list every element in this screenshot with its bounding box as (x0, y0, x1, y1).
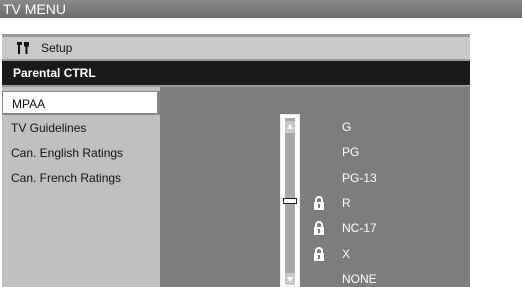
menu-item-label: TV Guidelines (11, 121, 87, 135)
rating-item-r[interactable]: R (342, 195, 351, 211)
lock-icon (313, 196, 325, 210)
menu-item-can-english-ratings[interactable]: Can. English Ratings (2, 141, 160, 165)
window-title: TV MENU (3, 1, 66, 17)
section-header: Parental CTRL (2, 61, 470, 85)
menu-list: MPAA TV Guidelines Can. English Ratings … (2, 87, 160, 287)
scroll-up-arrow-icon[interactable] (285, 121, 295, 133)
rating-item-g[interactable]: G (342, 119, 351, 135)
menu-item-mpaa[interactable]: MPAA (2, 91, 160, 115)
menu-item-can-french-ratings[interactable]: Can. French Ratings (2, 166, 160, 190)
setup-label: Setup (41, 41, 73, 55)
rating-item-pg-13[interactable]: PG-13 (342, 170, 377, 186)
wrench-screwdriver-icon (15, 40, 31, 56)
menu-item-label: Can. English Ratings (11, 146, 124, 160)
menu-item-label: MPAA (12, 97, 46, 111)
ratings-scrollbar[interactable] (280, 114, 300, 287)
menu-item-label: Can. French Ratings (11, 171, 122, 185)
lock-icon (313, 221, 325, 235)
rating-item-none[interactable]: NONE (342, 271, 377, 287)
lock-icon (313, 247, 325, 261)
setup-header: Setup (2, 37, 470, 59)
rating-item-nc-17[interactable]: NC-17 (342, 220, 377, 236)
scrollbar-thumb[interactable] (283, 198, 297, 204)
rating-item-pg[interactable]: PG (342, 144, 359, 160)
rating-item-x[interactable]: X (342, 246, 350, 262)
section-title: Parental CTRL (13, 66, 96, 80)
menu-item-tv-guidelines[interactable]: TV Guidelines (2, 116, 160, 140)
window-title-bar: TV MENU (0, 0, 522, 18)
scroll-down-arrow-icon[interactable] (285, 273, 295, 285)
